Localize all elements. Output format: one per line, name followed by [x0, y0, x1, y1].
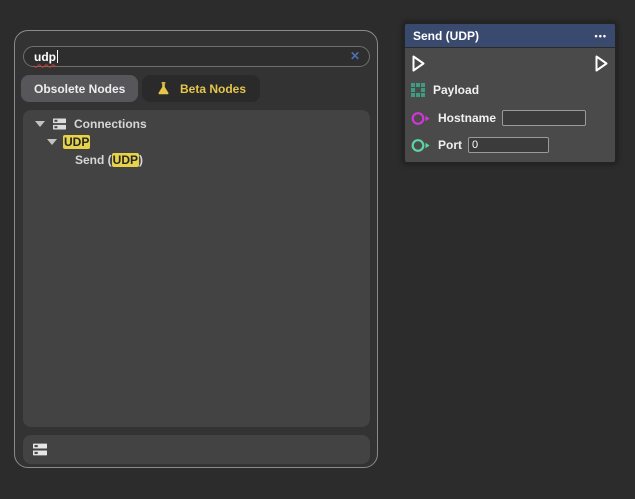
selection-footer-bar[interactable] [23, 435, 370, 464]
send-udp-node[interactable]: Send (UDP) ••• Payload [403, 22, 617, 164]
tree-item-label: Connections [74, 117, 147, 131]
tree-item-send-udp[interactable]: Send (UDP) [23, 151, 370, 169]
port-field[interactable] [468, 137, 549, 153]
clear-search-icon[interactable]: ✕ [350, 49, 360, 63]
node-menu-icon[interactable]: ••• [595, 31, 607, 41]
chevron-down-icon[interactable] [35, 121, 45, 127]
node-editor-screen: udp ✕ Obsolete Nodes Beta Nodes [0, 0, 635, 499]
flow-output-port[interactable] [594, 54, 609, 73]
search-input[interactable]: udp ✕ [23, 46, 370, 67]
payload-port-label: Payload [433, 83, 479, 97]
label-match-highlighted: UDP [112, 153, 139, 167]
hostname-port-icon[interactable] [411, 111, 430, 126]
node-title: Send (UDP) [413, 29, 479, 43]
hostname-port-row: Hostname [411, 109, 586, 127]
connections-category-icon [53, 118, 66, 130]
beta-nodes-button[interactable]: Beta Nodes [142, 75, 260, 102]
label-suffix: ) [139, 153, 143, 167]
tree-item-label: Send (UDP) [75, 153, 143, 167]
label-prefix: Send ( [75, 153, 112, 167]
flask-icon [156, 81, 171, 96]
tree-item-connections[interactable]: Connections [23, 115, 370, 133]
category-list-icon [33, 443, 47, 456]
tree-item-udp[interactable]: UDP [23, 133, 370, 151]
flow-input-port[interactable] [411, 54, 426, 73]
beta-nodes-label: Beta Nodes [180, 82, 246, 96]
payload-port-row: Payload [411, 81, 485, 99]
port-port-icon[interactable] [411, 138, 430, 153]
obsolete-nodes-label: Obsolete Nodes [34, 82, 125, 96]
payload-port-icon[interactable] [411, 83, 425, 97]
text-caret [57, 50, 58, 63]
search-results-tree: Connections UDP Send (UDP) [23, 110, 370, 427]
hostname-field[interactable] [502, 110, 586, 126]
tree-item-label-highlighted: UDP [63, 135, 90, 149]
port-port-row: Port [411, 136, 549, 154]
hostname-port-label: Hostname [438, 111, 496, 125]
search-text: udp [34, 51, 56, 63]
port-port-label: Port [438, 138, 462, 152]
chevron-down-icon[interactable] [47, 139, 57, 145]
obsolete-nodes-button[interactable]: Obsolete Nodes [21, 75, 138, 102]
node-finder-panel: udp ✕ Obsolete Nodes Beta Nodes [14, 30, 378, 468]
node-header[interactable]: Send (UDP) ••• [405, 24, 615, 48]
